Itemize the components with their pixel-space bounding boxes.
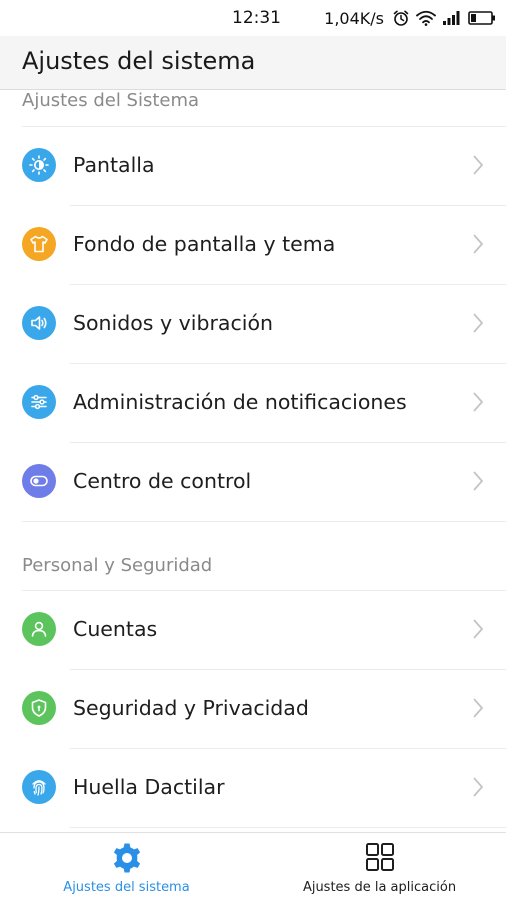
status-indicators: 1,04K/s [324,6,496,30]
settings-item-label: Seguridad y Privacidad [73,696,309,720]
tab-label: Ajustes de la aplicación [302,880,457,895]
settings-item-label: Huella Dactilar [73,775,225,799]
settings-item-fingerprint[interactable]: Huella Dactilar [0,748,506,827]
person-icon [22,612,56,646]
tab-app-settings[interactable]: Ajustes de la aplicación [253,833,506,899]
settings-item-accounts[interactable]: Cuentas [0,590,506,669]
divider [70,827,506,828]
tab-system-settings[interactable]: Ajustes del sistema [0,833,253,899]
chevron-right-icon [472,233,484,259]
signal-icon [442,10,462,26]
divider [22,521,506,522]
status-bar: 12:31 1,04K/s [0,0,506,36]
network-speed: 1,04K/s [324,8,384,28]
fingerprint-icon [22,770,56,804]
chevron-right-icon [472,154,484,180]
settings-item-pantalla[interactable]: Pantalla [0,126,506,205]
app-header: Ajustes del sistema [0,36,506,90]
settings-item-notifications[interactable]: Administración de notificaciones [0,363,506,442]
chevron-right-icon [472,776,484,802]
section-title-system: Ajustes del Sistema [22,90,200,111]
speaker-icon [22,306,56,340]
settings-item-label: Centro de control [73,469,252,493]
chevron-right-icon [472,312,484,338]
settings-item-wallpaper-theme[interactable]: Fondo de pantalla y tema [0,205,506,284]
section-title-personal-security: Personal y Seguridad [22,555,213,576]
chevron-right-icon [472,618,484,644]
toggle-icon [22,464,56,498]
chevron-right-icon [472,697,484,723]
wifi-icon [416,10,436,26]
page-title: Ajustes del sistema [22,47,256,75]
tab-label: Ajustes del sistema [63,880,190,895]
tshirt-icon [22,227,56,261]
brightness-icon [22,148,56,182]
settings-item-label: Administración de notificaciones [73,390,407,414]
settings-item-label: Sonidos y vibración [73,311,273,335]
settings-item-label: Pantalla [73,153,155,177]
settings-list[interactable]: Ajustes del Sistema Pantalla Fondo de pa… [0,90,506,832]
chevron-right-icon [472,470,484,496]
settings-item-sounds[interactable]: Sonidos y vibración [0,284,506,363]
settings-item-security-privacy[interactable]: Seguridad y Privacidad [0,669,506,748]
grid-icon [364,841,396,877]
alarm-icon [392,9,410,27]
settings-item-label: Cuentas [73,617,158,641]
settings-item-label: Fondo de pantalla y tema [73,232,336,256]
status-time: 12:31 [232,8,281,28]
sliders-icon [22,385,56,419]
chevron-right-icon [472,391,484,417]
settings-item-control-center[interactable]: Centro de control [0,442,506,521]
gear-icon [110,841,144,879]
battery-icon [468,10,496,26]
shield-icon [22,691,56,725]
bottom-nav: Ajustes del sistema Ajustes de la aplica… [0,832,506,899]
